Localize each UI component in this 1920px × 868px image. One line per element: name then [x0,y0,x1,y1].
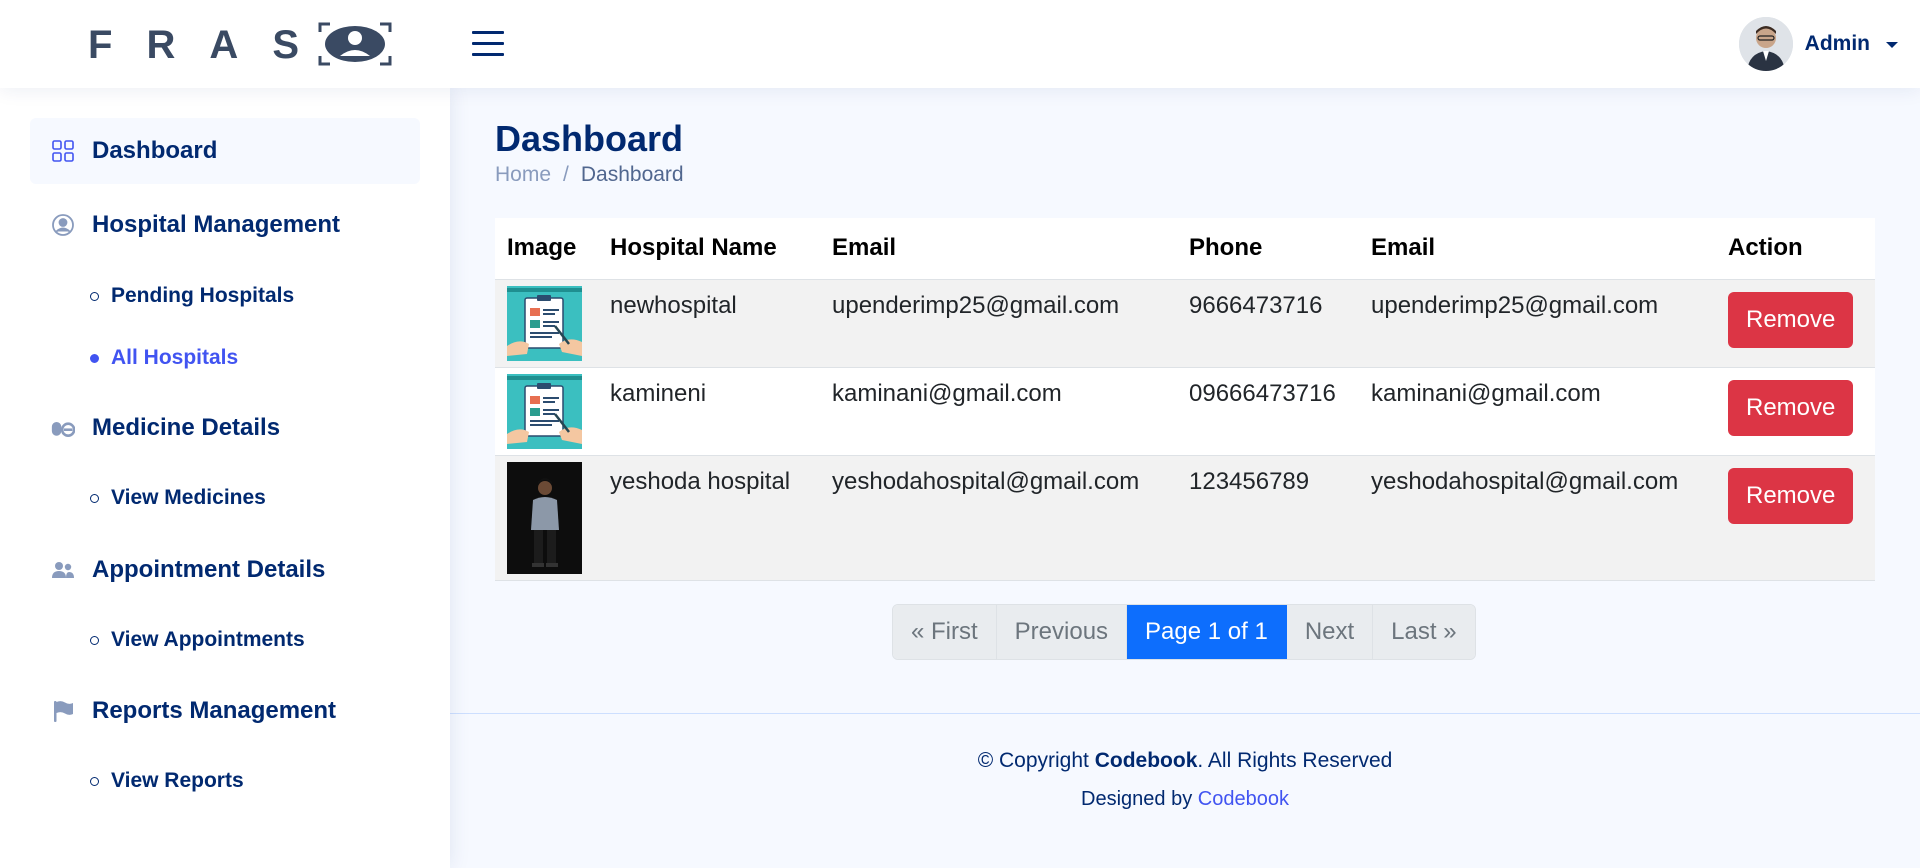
column-header-action: Action [1716,218,1875,280]
circle-icon [90,291,99,301]
remove-button[interactable]: Remove [1728,379,1854,436]
capsule-icon [50,415,76,441]
breadcrumb-home-link[interactable]: Home [495,163,551,187]
sidebar-item-label: Dashboard [92,137,218,164]
logo-graphic: FRAS [88,22,392,66]
table-cell-phone: 123456789 [1177,455,1359,581]
circle-icon [90,776,99,786]
table-cell-phone: 09666473716 [1177,367,1359,456]
sidebar-subitem-view-medicines[interactable]: View Medicines [90,481,266,515]
profile-dropdown[interactable]: Admin [1738,16,1898,72]
sidebar-subitem-label: All Hospitals [111,346,239,369]
table-cell-email: yeshodahospital@gmail.com [820,455,1177,581]
copyright-suffix: . All Rights Reserved [1197,749,1393,772]
copyright-prefix: © Copyright [977,749,1095,772]
column-header-hospital-name: Hospital Name [598,218,820,280]
hospitals-table-card: Image Hospital Name Email Phone Email Ac… [495,218,1875,581]
table-cell-email-2: yeshodahospital@gmail.com [1359,455,1716,581]
table-row: yeshoda hospital yeshodahospital@gmail.c… [495,455,1875,581]
pagination-previous-button[interactable]: Previous [996,605,1128,659]
table-cell-image [495,279,598,368]
sidebar-subitem-all-hospitals[interactable]: All Hospitals [90,341,238,375]
table-cell-hospital-name: yeshoda hospital [598,455,820,581]
table-cell-image [495,455,598,581]
designer-link[interactable]: Codebook [1198,788,1289,810]
sidebar-subitem-view-appointments[interactable]: View Appointments [90,623,305,657]
table-cell-hospital-name: newhospital [598,279,820,368]
breadcrumb: Home / Dashboard [495,163,684,187]
pagination-next-button[interactable]: Next [1286,605,1374,659]
sidebar-item-label: Medicine Details [92,414,281,441]
pagination: « First Previous Page 1 of 1 Next Last » [892,604,1476,660]
breadcrumb-separator: / [563,163,569,186]
breadcrumb-current: Dashboard [580,163,684,186]
sidebar-item-appointment-details[interactable]: Appointment Details [30,537,420,603]
sidebar-subitem-pending-hospitals[interactable]: Pending Hospitals [90,279,294,313]
pagination-first-button[interactable]: « First [893,605,997,659]
page-title: Dashboard [495,118,684,159]
medical-record-image [507,373,582,449]
sidebar-subitem-label: View Reports [111,769,244,792]
person-circle-icon [50,212,76,238]
avatar [1738,17,1793,71]
sidebar-toggle-icon[interactable] [470,26,506,62]
sidebar-item-dashboard[interactable]: Dashboard [30,118,420,184]
fras-logo[interactable]: FRAS [88,22,392,66]
sidebar-item-medicine-details[interactable]: Medicine Details [30,395,420,461]
table-cell-email-2: upenderimp25@gmail.com [1359,279,1716,368]
table-cell-image [495,367,598,456]
profile-name: Admin [1804,32,1870,55]
top-header: FRAS Admin [0,0,1920,88]
pagination-current-page[interactable]: Page 1 of 1 [1127,605,1287,659]
circle-icon [90,353,99,363]
column-header-image: Image [495,218,598,280]
circle-icon [90,635,99,645]
sidebar: Dashboard Hospital Management Pending Ho… [0,88,450,868]
table-cell-email: kaminani@gmail.com [820,367,1177,456]
sidebar-subitem-label: View Medicines [111,486,266,509]
sidebar-subitem-view-reports[interactable]: View Reports [90,764,244,798]
table-row: newhospital upenderimp25@gmail.com 96664… [495,279,1875,368]
sidebar-item-label: Reports Management [92,697,337,724]
remove-button[interactable]: Remove [1728,291,1854,348]
hospitals-table: Image Hospital Name Email Phone Email Ac… [495,218,1875,581]
table-cell-action: Remove [1716,367,1875,456]
table-cell-phone: 9666473716 [1177,279,1359,368]
sidebar-subitem-label: View Appointments [111,628,305,651]
sidebar-item-label: Hospital Management [92,211,341,238]
copyright-brand: Codebook [1094,749,1198,772]
sidebar-item-hospital-management[interactable]: Hospital Management [30,192,420,258]
pagination-last-button[interactable]: Last » [1373,605,1475,659]
svg-text:FRAS: FRAS [88,23,303,66]
table-header-row: Image Hospital Name Email Phone Email Ac… [495,218,1875,280]
table-cell-action: Remove [1716,279,1875,368]
column-header-email-2: Email [1359,218,1716,280]
remove-button[interactable]: Remove [1728,467,1854,524]
table-cell-email-2: kaminani@gmail.com [1359,367,1716,456]
sidebar-item-label: Appointment Details [92,556,326,583]
column-header-email: Email [820,218,1177,280]
people-icon [50,557,76,583]
main-content: Dashboard Home / Dashboard Image Hospita… [450,88,1920,868]
column-header-phone: Phone [1177,218,1359,280]
table-row: kamineni kaminani@gmail.com 09666473716 … [495,367,1875,456]
medical-record-image [507,285,582,361]
sidebar-subitem-label: Pending Hospitals [111,284,295,307]
sidebar-item-reports-management[interactable]: Reports Management [30,678,420,744]
footer: © Copyright Codebook. All Rights Reserve… [450,713,1920,868]
chevron-down-icon [1886,42,1898,48]
credits-prefix: Designed by [1081,788,1198,810]
flag-icon [50,698,76,724]
table-cell-hospital-name: kamineni [598,367,820,456]
person-photo [507,461,582,574]
grid-icon [50,138,76,164]
copyright-text: © Copyright Codebook. All Rights Reserve… [450,749,1920,773]
table-cell-email: upenderimp25@gmail.com [820,279,1177,368]
table-cell-action: Remove [1716,455,1875,581]
circle-icon [90,493,99,503]
credits-text: Designed by Codebook [450,788,1920,811]
